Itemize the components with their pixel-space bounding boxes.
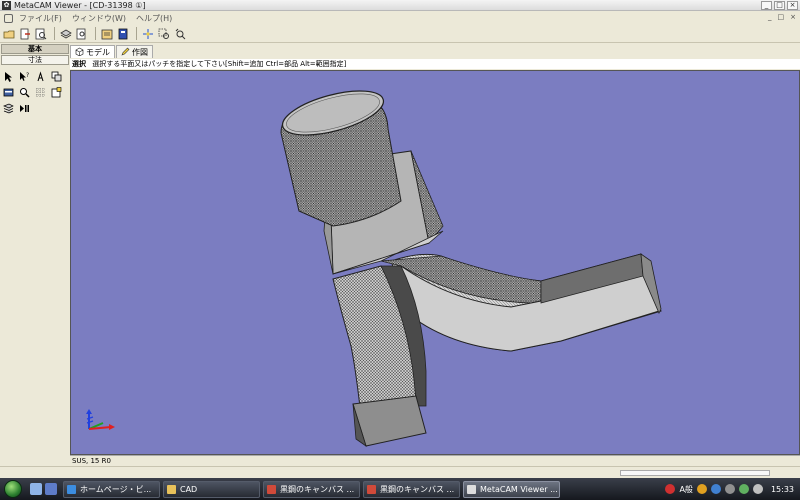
tool-grid: ? xyxy=(2,70,68,115)
paint-app-icon xyxy=(367,484,376,494)
print-preview-icon[interactable] xyxy=(34,27,48,41)
volume-icon[interactable] xyxy=(752,484,763,494)
ime-tool-icon[interactable] xyxy=(696,484,707,494)
axis-snap-icon[interactable] xyxy=(141,27,155,41)
paint-app-icon xyxy=(267,484,276,494)
parts-icon[interactable] xyxy=(50,70,63,83)
cube-icon xyxy=(75,47,86,58)
material-status: SUS, 15 R0 xyxy=(72,457,111,465)
task-label: MetaCAM Viewer ... xyxy=(480,484,558,494)
open-icon[interactable] xyxy=(2,27,16,41)
taskbar-item-canvas-1[interactable]: 黒鋼のキャンバス ... xyxy=(263,480,360,498)
properties-icon[interactable] xyxy=(100,27,114,41)
system-tray: A般 15:33 xyxy=(665,478,800,500)
menu-window[interactable]: ウィンドウ(W) xyxy=(72,13,126,24)
help-icon[interactable] xyxy=(710,484,721,494)
right-branch-duct[interactable] xyxy=(380,253,662,352)
settings-icon[interactable] xyxy=(724,484,735,494)
query-arrow-icon[interactable]: ? xyxy=(18,70,31,83)
duct-3d-model[interactable] xyxy=(71,71,800,455)
quick-launch xyxy=(30,483,57,495)
windows-taskbar: ホームページ・ビ... CAD 黒鋼のキャンバス ... 黒鋼のキャンバス ..… xyxy=(0,478,800,500)
mdi-minimize-button[interactable]: _ xyxy=(768,13,772,21)
left-tool-panel: 基本 寸法 ? xyxy=(0,44,70,457)
mdi-restore-button[interactable]: □ xyxy=(778,13,785,21)
ime-indicator[interactable]: A般 xyxy=(679,484,692,495)
document-icon[interactable] xyxy=(116,27,130,41)
title-bar: ✿ MetaCAM Viewer - [CD-31398 ①] _ □ × xyxy=(0,0,800,11)
switch-windows-icon[interactable] xyxy=(45,483,57,495)
metacam-app-icon xyxy=(467,484,476,494)
tab-drawing-label: 作図 xyxy=(132,47,148,57)
task-label: ホームページ・ビ... xyxy=(80,484,152,494)
hint-bar: 選択 選択する平面又はパッチを指定して下さい[Shift=追加 Ctrl=部品 … xyxy=(70,59,800,69)
pencil-icon xyxy=(121,47,132,58)
windows-start-orb-icon xyxy=(4,480,22,498)
antivirus-icon[interactable] xyxy=(665,484,676,494)
toolbar-separator xyxy=(136,27,137,40)
find-icon[interactable] xyxy=(75,27,89,41)
grid-icon[interactable] xyxy=(34,86,47,99)
status-bar: SUS, 15 R0 xyxy=(70,455,800,466)
main-toolbar xyxy=(0,25,800,43)
panel-icon[interactable] xyxy=(2,86,15,99)
taskbar-item-cad[interactable]: CAD xyxy=(163,480,260,498)
pick-icon[interactable] xyxy=(34,70,47,83)
tab-model-label: モデル xyxy=(86,47,110,57)
tab-model[interactable]: モデル xyxy=(70,45,115,58)
task-label: 黒鋼のキャンバス ... xyxy=(280,484,355,494)
toolbar-separator xyxy=(95,27,96,40)
zoom-icon[interactable] xyxy=(18,86,31,99)
layers-stack-icon[interactable] xyxy=(2,102,15,115)
model-viewport[interactable] xyxy=(70,70,800,455)
show-desktop-icon[interactable] xyxy=(30,483,42,495)
play-icon[interactable] xyxy=(18,102,31,115)
menu-bar: ファイル(F) ウィンドウ(W) ヘルプ(H) _ □ × xyxy=(0,12,800,24)
start-button[interactable] xyxy=(0,478,26,500)
round-inlet-duct[interactable] xyxy=(278,82,402,227)
clock[interactable]: 15:33 xyxy=(771,485,794,494)
window-title: MetaCAM Viewer - [CD-31398 ①] xyxy=(14,0,146,10)
tab-dimension[interactable]: 寸法 xyxy=(1,55,69,65)
menu-help[interactable]: ヘルプ(H) xyxy=(136,13,172,24)
browser-icon xyxy=(67,484,76,494)
svg-text:?: ? xyxy=(26,72,29,79)
task-label: CAD xyxy=(180,484,198,494)
xyz-axis-icon xyxy=(86,409,115,430)
taskbar-item-homepage[interactable]: ホームページ・ビ... xyxy=(63,480,160,498)
minimize-button[interactable]: _ xyxy=(761,1,772,10)
view-tabs: モデル 作図 xyxy=(70,44,800,58)
taskbar-item-metacam[interactable]: MetaCAM Viewer ... xyxy=(463,480,560,498)
hint-text: 選択する平面又はパッチを指定して下さい[Shift=追加 Ctrl=部品 Alt… xyxy=(92,60,347,68)
metacam-window: ✿ MetaCAM Viewer - [CD-31398 ①] _ □ × ファ… xyxy=(0,0,800,500)
export-icon[interactable] xyxy=(18,27,32,41)
metacam-app-icon[interactable]: ✿ xyxy=(2,0,11,10)
task-label: 黒鋼のキャンバス ... xyxy=(380,484,455,494)
bottom-strip xyxy=(0,466,800,478)
network-icon[interactable] xyxy=(738,484,749,494)
taskbar-item-canvas-2[interactable]: 黒鋼のキャンバス ... xyxy=(363,480,460,498)
document-system-icon[interactable] xyxy=(4,13,13,23)
tab-basic[interactable]: 基本 xyxy=(1,44,69,54)
menu-file[interactable]: ファイル(F) xyxy=(19,13,62,24)
horizontal-scrollbar[interactable] xyxy=(620,470,770,476)
mdi-close-button[interactable]: × xyxy=(790,13,796,21)
tab-drawing[interactable]: 作図 xyxy=(116,45,153,58)
hint-mode: 選択 xyxy=(72,60,86,68)
layers-icon[interactable] xyxy=(59,27,73,41)
zoom-window-icon[interactable] xyxy=(157,27,171,41)
toolbar-separator xyxy=(54,27,55,40)
select-arrow-icon[interactable] xyxy=(2,70,15,83)
folder-icon xyxy=(167,484,176,494)
close-button[interactable]: × xyxy=(787,1,798,10)
zoom-previous-icon[interactable] xyxy=(173,27,187,41)
lower-branch-duct[interactable] xyxy=(332,265,427,447)
note-icon[interactable] xyxy=(50,86,63,99)
maximize-button[interactable]: □ xyxy=(774,1,785,10)
